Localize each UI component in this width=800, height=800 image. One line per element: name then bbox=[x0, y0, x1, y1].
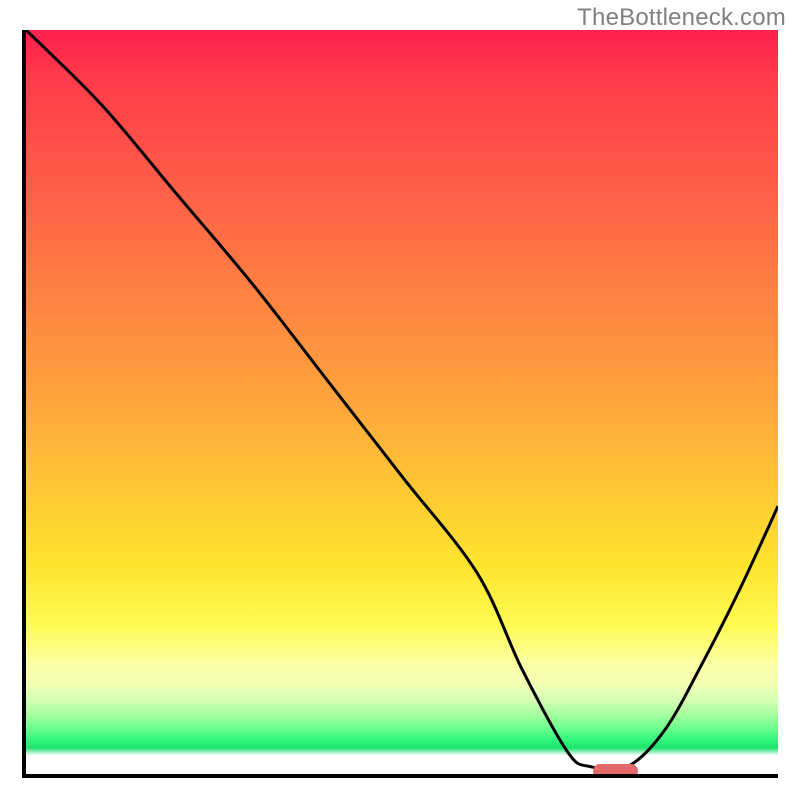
chart-container: TheBottleneck.com bbox=[0, 0, 800, 800]
optimal-marker bbox=[593, 764, 638, 778]
watermark-text: TheBottleneck.com bbox=[577, 4, 786, 32]
plot-area bbox=[22, 30, 778, 778]
bottleneck-curve-path bbox=[26, 30, 778, 770]
line-series bbox=[26, 30, 778, 774]
